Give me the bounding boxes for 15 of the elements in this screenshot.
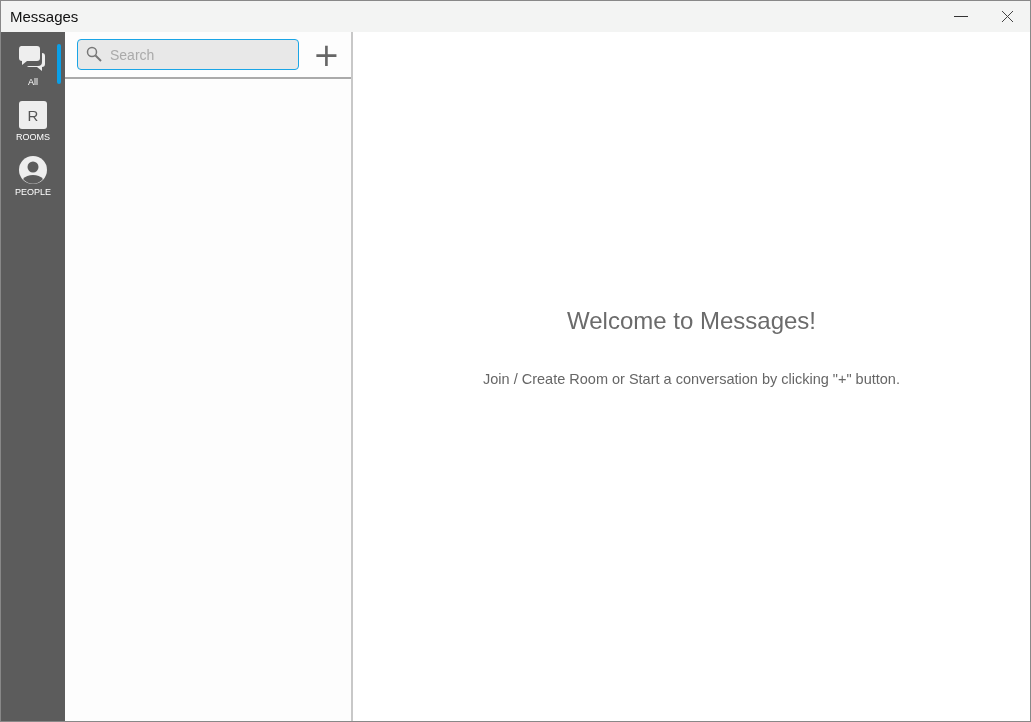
welcome-title: Welcome to Messages!: [567, 306, 816, 335]
welcome-hint: Join / Create Room or Start a conversation by clicking "+" button.: [483, 370, 900, 387]
search-icon: [86, 46, 102, 62]
nav-item[interactable]: PEOPLE: [1, 156, 65, 197]
nav-item[interactable]: All: [1, 44, 65, 87]
minimize-icon[interactable]: [954, 15, 968, 18]
nav-item[interactable]: R ROOMS: [1, 101, 65, 142]
room-letter-icon: R: [19, 101, 47, 129]
search-field[interactable]: Search: [77, 39, 299, 70]
add-button[interactable]: +: [309, 38, 344, 71]
chat-bubbles-icon: [18, 44, 48, 74]
selection-indicator: [57, 44, 61, 84]
window-title: Messages: [10, 8, 79, 25]
person-icon: [19, 156, 47, 184]
close-icon[interactable]: [1002, 11, 1013, 22]
